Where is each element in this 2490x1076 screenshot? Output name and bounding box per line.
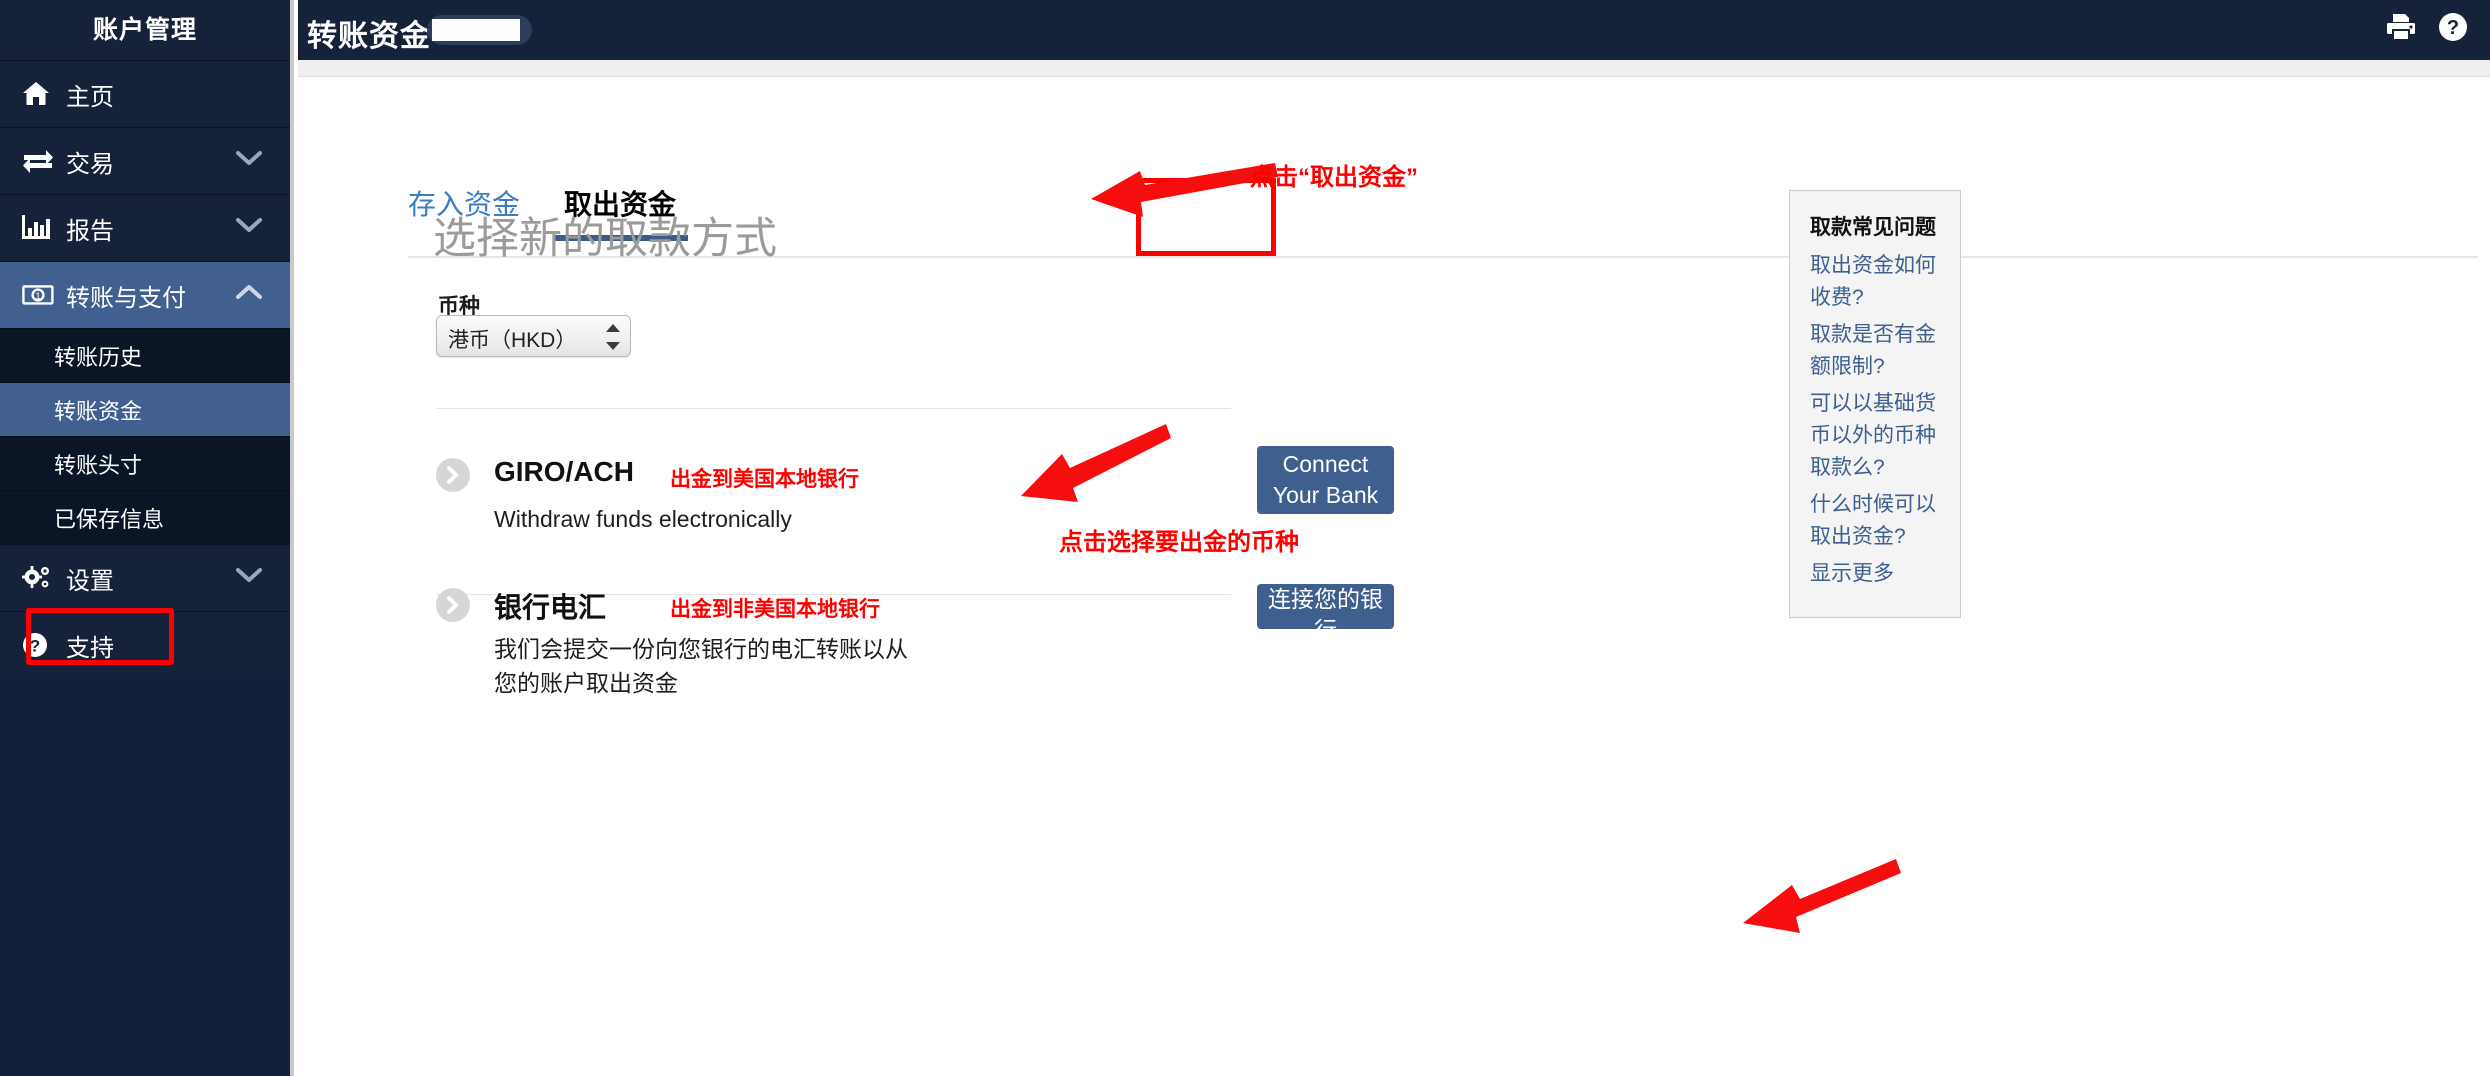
method-divider-top <box>436 408 1231 409</box>
sidebar-subitem-label: 转账资金 <box>54 398 143 424</box>
printer-icon[interactable] <box>2386 13 2416 46</box>
sidebar-subitem-label: 转账历史 <box>54 344 143 370</box>
money-bill-icon: 1 <box>22 285 66 305</box>
chevron-down-icon <box>236 568 262 588</box>
app-root: 账户管理 主页 交易 报告 1 转账与支付 转账历史 转账资金 转账头寸 已保存… <box>0 0 2490 1076</box>
faq-link[interactable]: 可以以基础货币以外的币种取款么? <box>1810 388 1942 484</box>
help-circle-icon[interactable]: ? <box>2438 12 2468 47</box>
method-name: 银行电汇 <box>494 592 607 623</box>
currency-selected-value: 港币（HKD） <box>448 329 577 352</box>
section-heading: 选择新的取款方式 <box>433 215 777 263</box>
sidebar-item-transfers-and-payments[interactable]: 1 转账与支付 <box>0 261 290 328</box>
faq-link[interactable]: 取出资金如何收费? <box>1810 250 1942 314</box>
header-actions: ? <box>2386 12 2468 47</box>
sidebar-subitem-label: 已保存信息 <box>54 506 165 532</box>
method-note: 出金到美国本地银行 <box>670 468 859 491</box>
sidebar: 账户管理 主页 交易 报告 1 转账与支付 转账历史 转账资金 转账头寸 已保存… <box>0 0 294 1076</box>
connect-your-bank-button-cn[interactable]: 连接您的银行 <box>1257 584 1394 643</box>
method-name: GIRO/ACH <box>494 456 634 487</box>
chevron-down-icon <box>236 218 262 238</box>
sidebar-subitem-transfer-funds[interactable]: 转账资金 <box>0 382 290 436</box>
sidebar-subitem-label: 转账头寸 <box>54 452 143 478</box>
faq-link-show-more[interactable]: 显示更多 <box>1810 558 1942 590</box>
question-circle-icon: ? <box>22 632 66 658</box>
header-sub-band <box>298 60 2490 77</box>
arrow-to-currency-select <box>1021 424 1171 502</box>
account-badge[interactable] <box>427 15 532 45</box>
connect-your-bank-button[interactable]: Connect Your Bank <box>1257 446 1394 514</box>
sidebar-item-reports[interactable]: 报告 <box>0 194 290 261</box>
sidebar-item-trades[interactable]: 交易 <box>0 127 290 194</box>
sidebar-item-label: 报告 <box>66 217 114 245</box>
sidebar-item-label: 转账与支付 <box>66 284 186 312</box>
sidebar-item-label: 支持 <box>66 634 114 662</box>
method-note: 出金到非美国本地银行 <box>670 598 880 621</box>
faq-title: 取款常见问题 <box>1810 216 1936 239</box>
sidebar-item-label: 交易 <box>66 150 114 178</box>
faq-link[interactable]: 什么时候可以取出资金? <box>1810 489 1942 553</box>
sidebar-item-settings[interactable]: 设置 <box>0 544 290 611</box>
select-stepper-arrows-icon <box>606 324 620 350</box>
currency-select[interactable]: 港币（HKD） <box>436 315 631 357</box>
sidebar-item-support[interactable]: ? 支持 <box>0 611 290 678</box>
annotation-text-withdraw-tab: 点击“取出资金” <box>1250 164 1418 191</box>
sidebar-subitem-transfer-positions[interactable]: 转账头寸 <box>0 436 290 490</box>
method-description: 我们会提交一份向您银行的电汇转账以从您的账户取出资金 <box>494 636 908 696</box>
sidebar-subitem-transfer-history[interactable]: 转账历史 <box>0 328 290 382</box>
chevron-right-icon[interactable] <box>436 458 470 492</box>
annotation-text-currency-select: 点击选择要出金的币种 <box>1059 529 1299 556</box>
app-header: 转账资金 ? <box>298 0 2490 60</box>
sidebar-title: 账户管理 <box>0 0 290 60</box>
sidebar-item-home[interactable]: 主页 <box>0 60 290 127</box>
page-title: 转账资金 <box>307 20 431 53</box>
faq-link[interactable]: 取款是否有金额限制? <box>1810 319 1942 383</box>
svg-text:?: ? <box>2447 17 2459 39</box>
chevron-right-icon[interactable] <box>436 588 470 622</box>
sidebar-item-label: 设置 <box>66 567 114 595</box>
home-icon <box>22 81 66 107</box>
sidebar-item-label: 主页 <box>66 83 114 111</box>
exchange-icon <box>22 149 66 173</box>
chevron-up-icon <box>236 285 262 305</box>
svg-text:1: 1 <box>35 291 40 301</box>
chevron-down-icon <box>236 151 262 171</box>
arrow-to-connect-bank-button <box>1743 859 1901 933</box>
gears-icon <box>22 565 66 591</box>
faq-panel: 取款常见问题 取出资金如何收费? 取款是否有金额限制? 可以以基础货币以外的币种… <box>1789 190 1961 618</box>
main-content: 存入资金 取出资金 选择新的取款方式 币种 港币（HKD） GIRO/ACH 出 <box>298 78 2490 1076</box>
svg-text:?: ? <box>30 637 40 656</box>
method-description: Withdraw funds electronically <box>494 506 792 532</box>
bar-chart-icon <box>22 215 66 241</box>
sidebar-subitem-saved-information[interactable]: 已保存信息 <box>0 490 290 544</box>
